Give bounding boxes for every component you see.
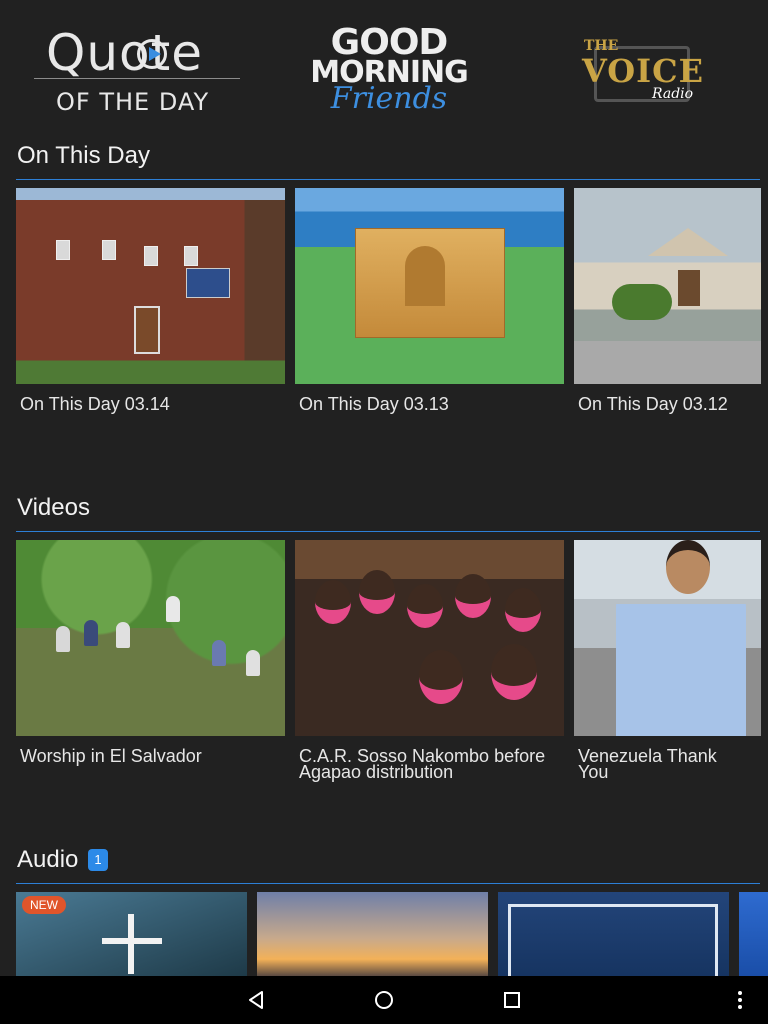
card-thumbnail [295, 188, 564, 384]
recents-button[interactable] [488, 976, 536, 1024]
gm-logo-line1: GOOD [330, 22, 449, 63]
audio-card[interactable] [739, 892, 768, 976]
section-title: Audio [17, 846, 79, 873]
section-header: Videos [17, 492, 90, 524]
card-thumbnail [16, 540, 285, 736]
logo-bar: Quote OF THE DAY GOOD MORNING Friends TH… [0, 0, 768, 130]
video-card[interactable]: Worship in El Salvador [16, 540, 285, 766]
home-button[interactable] [360, 976, 408, 1024]
on-this-day-card[interactable]: On This Day 03.14 [16, 188, 285, 414]
recents-icon [504, 992, 520, 1008]
video-card[interactable]: C.A.R. Sosso Nakombo before Agapao distr… [295, 540, 564, 782]
system-navigation-bar [0, 976, 768, 1024]
audio-card[interactable] [498, 892, 729, 976]
audio-card[interactable] [257, 892, 488, 976]
back-icon [249, 991, 263, 1009]
card-thumbnail [16, 188, 285, 384]
video-card[interactable]: Venezuela Thank You [574, 540, 761, 782]
section-divider [16, 883, 760, 884]
card-thumbnail [574, 188, 761, 384]
new-badge: NEW [22, 896, 66, 914]
home-icon [375, 991, 393, 1009]
card-label: Worship in El Salvador [20, 746, 202, 766]
card-thumbnail [295, 540, 564, 736]
card-label: On This Day 03.13 [299, 394, 449, 414]
overflow-menu-button[interactable] [716, 976, 764, 1024]
card-thumbnail [574, 540, 761, 736]
on-this-day-card[interactable]: On This Day 03.12 [574, 188, 761, 414]
overflow-menu-icon [738, 991, 742, 1009]
card-thumbnail: NEW [16, 892, 247, 976]
the-voice-radio-logo[interactable]: THE VOICE Radio [580, 36, 703, 108]
quote-logo-title: Quote [46, 24, 204, 82]
section-title: Videos [17, 494, 90, 521]
quote-of-the-day-logo[interactable]: Quote OF THE DAY [30, 24, 244, 120]
card-thumbnail [739, 892, 768, 976]
card-label: On This Day 03.14 [20, 394, 170, 414]
section-divider [16, 179, 760, 180]
waveform-decoration [34, 78, 240, 88]
section-header: On This Day [17, 140, 150, 172]
back-button[interactable] [232, 976, 280, 1024]
on-this-day-card[interactable]: On This Day 03.13 [295, 188, 564, 414]
section-divider [16, 531, 760, 532]
card-thumbnail [498, 892, 729, 976]
audio-count-badge: 1 [88, 849, 108, 871]
play-icon [137, 39, 167, 69]
card-thumbnail [257, 892, 488, 976]
card-label: Venezuela Thank You [578, 746, 717, 782]
good-morning-friends-logo[interactable]: GOOD MORNING Friends [304, 22, 474, 120]
quote-logo-subtitle: OF THE DAY [56, 88, 210, 116]
card-label: C.A.R. Sosso Nakombo before Agapao distr… [299, 746, 546, 782]
card-label: On This Day 03.12 [578, 394, 728, 414]
voice-logo-radio: Radio [652, 86, 694, 102]
section-header: Audio 1 [17, 844, 108, 876]
voice-logo-voice: VOICE [582, 52, 704, 90]
section-title: On This Day [17, 142, 150, 169]
audio-card[interactable]: NEW [16, 892, 247, 976]
